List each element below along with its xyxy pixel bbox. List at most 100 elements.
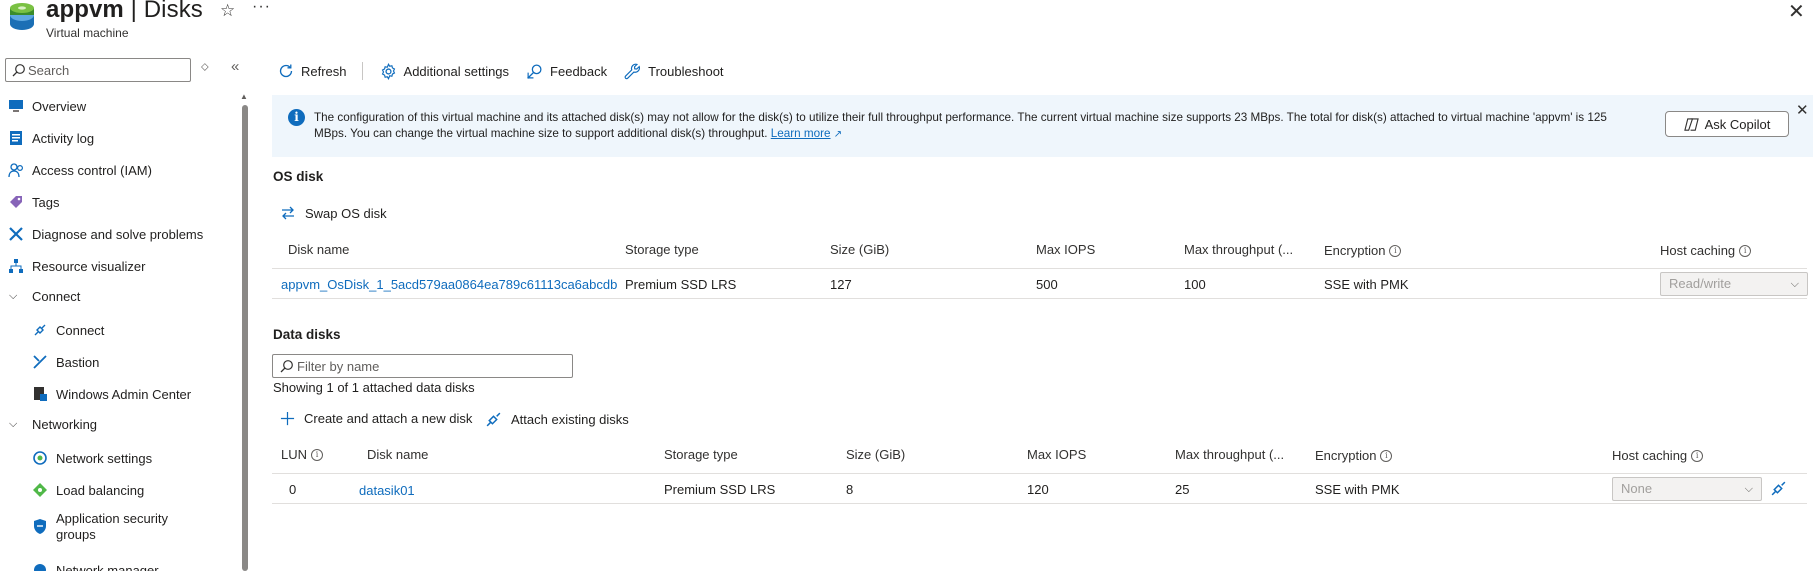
data-host-caching-dropdown[interactable]: None ⌵ xyxy=(1612,477,1762,501)
os-disk-title: OS disk xyxy=(273,169,324,184)
create-attach-disk-button[interactable]: Create and attach a new disk xyxy=(280,411,472,426)
chevron-down-icon: ⌵ xyxy=(9,289,18,302)
monitor-icon xyxy=(7,97,25,115)
nav-label: Overview xyxy=(32,98,87,114)
info-icon[interactable]: i xyxy=(1389,244,1402,257)
page-subtitle: Virtual machine xyxy=(46,26,129,40)
tools-icon xyxy=(7,225,25,243)
nav-item-overview[interactable]: Overview xyxy=(0,92,236,120)
close-icon[interactable]: ✕ xyxy=(1788,0,1805,24)
tag-icon xyxy=(7,193,25,211)
external-link-icon: ↗ xyxy=(833,129,843,140)
nav-item-app-security-groups[interactable]: Application security groups xyxy=(0,508,236,544)
nav-item-access-control[interactable]: Access control (IAM) xyxy=(0,156,236,184)
load-balancer-icon xyxy=(31,481,49,499)
nav-label: Load balancing xyxy=(56,482,145,498)
os-disk-size: 127 xyxy=(830,277,852,292)
throughput-info-banner: i The configuration of this virtual mach… xyxy=(272,95,1813,157)
troubleshoot-button[interactable]: Troubleshoot xyxy=(624,63,724,80)
nav-label: Tags xyxy=(32,194,60,210)
more-icon[interactable]: ··· xyxy=(252,0,271,16)
command-bar: Refresh Additional settings Feedback Tro… xyxy=(278,59,741,83)
col-max-throughput: Max throughput (... xyxy=(1184,242,1294,257)
col-host-caching: Host caching i xyxy=(1660,243,1752,258)
wrench-icon xyxy=(624,63,641,79)
col-storage-type: Storage type xyxy=(625,242,699,257)
col-encryption: Encryption i xyxy=(1324,243,1402,258)
log-icon xyxy=(7,129,25,147)
additional-settings-button[interactable]: Additional settings xyxy=(380,62,509,80)
nav-label: Windows Admin Center xyxy=(56,386,192,402)
nav-group-networking[interactable]: ⌵ Networking xyxy=(0,410,236,438)
banner-message: The configuration of this virtual machin… xyxy=(314,111,1607,140)
close-icon[interactable]: ✕ xyxy=(1796,101,1809,119)
nav-item-resource-visualizer[interactable]: Resource visualizer xyxy=(0,252,236,280)
page-title: appvm | Disks xyxy=(46,0,203,23)
gear-icon xyxy=(381,62,395,80)
nav-item-network-manager[interactable]: Network manager xyxy=(0,556,236,571)
nav-item-connect[interactable]: Connect xyxy=(0,316,236,344)
refresh-icon xyxy=(279,64,293,78)
scroll-up-arrow[interactable]: ▲ xyxy=(240,92,248,101)
nav-group-connect[interactable]: ⌵ Connect xyxy=(0,282,236,310)
col-encryption: Encryption i xyxy=(1315,448,1393,463)
nav-label: Bastion xyxy=(56,354,100,370)
attach-existing-disks-button[interactable]: Attach existing disks xyxy=(485,411,629,428)
search-icon xyxy=(280,360,293,373)
info-icon[interactable]: i xyxy=(1691,449,1704,462)
detach-icon[interactable] xyxy=(1770,480,1787,497)
nav-scrollbar-thumb[interactable] xyxy=(242,105,248,571)
nav-item-bastion[interactable]: Bastion xyxy=(0,348,236,376)
search-icon xyxy=(12,64,25,77)
nav-label: Resource visualizer xyxy=(32,258,146,274)
col-host-caching: Host caching i xyxy=(1612,448,1704,463)
data-disk-throughput: 25 xyxy=(1175,482,1190,497)
row-divider xyxy=(272,298,1807,299)
col-max-iops: Max IOPS xyxy=(1027,447,1087,462)
page-header: appvm | Disks Virtual machine ☆ ··· ✕ xyxy=(0,0,1813,50)
chevron-down-icon: ⌵ xyxy=(1744,483,1753,495)
nav-item-activity-log[interactable]: Activity log xyxy=(0,124,236,152)
swap-icon xyxy=(282,206,294,220)
feedback-button[interactable]: Feedback xyxy=(526,63,607,80)
nav-item-windows-admin-center[interactable]: Windows Admin Center xyxy=(0,380,236,408)
data-disks-title: Data disks xyxy=(273,327,341,342)
nav-label: Connect xyxy=(32,288,81,304)
info-icon[interactable]: i xyxy=(311,448,324,461)
feedback-icon xyxy=(527,63,542,79)
nav-item-network-settings[interactable]: Network settings xyxy=(0,444,236,472)
nav-label: Access control (IAM) xyxy=(32,162,152,178)
nav-search-input[interactable] xyxy=(28,61,188,79)
filter-box[interactable] xyxy=(272,354,573,378)
shield-icon xyxy=(31,517,49,535)
col-disk-name: Disk name xyxy=(367,447,429,462)
vm-disk-icon xyxy=(10,3,34,30)
chevron-down-icon: ⌵ xyxy=(1790,278,1799,290)
info-icon[interactable]: i xyxy=(1380,449,1393,462)
nav-label: Network manager xyxy=(56,562,159,571)
data-disk-iops: 120 xyxy=(1027,482,1049,497)
col-lun: LUN i xyxy=(281,447,324,462)
swap-os-disk-button[interactable]: Swap OS disk xyxy=(280,205,387,221)
collapse-nav-icon[interactable]: « xyxy=(231,58,239,75)
ask-copilot-button[interactable]: Ask Copilot xyxy=(1665,111,1789,137)
favorite-star-icon[interactable]: ☆ xyxy=(220,1,235,21)
nav-search-box[interactable] xyxy=(5,58,191,82)
filter-by-name-input[interactable] xyxy=(297,357,567,375)
bastion-icon xyxy=(31,353,49,371)
learn-more-link[interactable]: Learn more xyxy=(771,127,831,140)
copilot-icon xyxy=(1683,117,1699,131)
col-max-iops: Max IOPS xyxy=(1036,242,1096,257)
nav-item-diagnose[interactable]: Diagnose and solve problems xyxy=(0,220,236,248)
refresh-button[interactable]: Refresh xyxy=(278,63,347,79)
network-manager-icon xyxy=(31,561,49,571)
info-icon: i xyxy=(288,109,305,126)
info-icon[interactable]: i xyxy=(1739,244,1752,257)
data-disk-name-link[interactable]: datasik01 xyxy=(359,483,415,498)
nav-item-load-balancing[interactable]: Load balancing xyxy=(0,476,236,504)
sort-toggle-icon[interactable]: ⬦ xyxy=(201,61,209,74)
os-host-caching-dropdown[interactable]: Read/write ⌵ xyxy=(1660,272,1808,296)
os-disk-name-link[interactable]: appvm_OsDisk_1_5acd579aa0864ea789c61113c… xyxy=(281,277,617,292)
nav-label: Networking xyxy=(32,416,98,432)
nav-item-tags[interactable]: Tags xyxy=(0,188,236,216)
